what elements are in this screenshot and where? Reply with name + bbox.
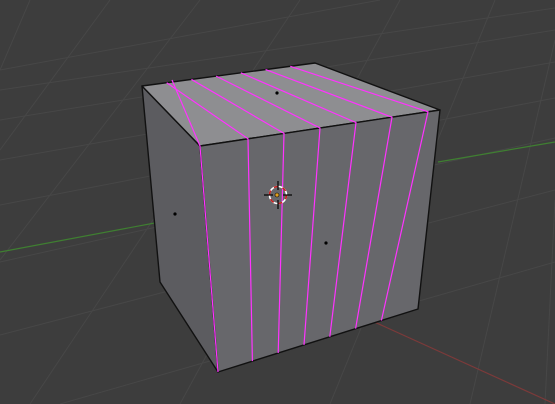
grid-line (0, 0, 381, 71)
y-axis-line-right (437, 141, 555, 163)
x-axis-line (347, 309, 555, 404)
face-dot-icon (324, 241, 328, 245)
grid-line (0, 0, 31, 71)
grid-line (544, 199, 555, 404)
cube-object[interactable] (141, 62, 441, 373)
grid-line (469, 39, 555, 404)
y-axis-line-left (0, 221, 161, 253)
3d-viewport[interactable] (0, 0, 555, 404)
viewport-canvas[interactable] (0, 0, 555, 404)
face-dot-icon (173, 212, 177, 216)
face-dot-icon (275, 91, 279, 95)
object-origin-icon (274, 192, 280, 198)
grid-line (0, 0, 111, 151)
cube-front-face[interactable] (199, 109, 441, 373)
